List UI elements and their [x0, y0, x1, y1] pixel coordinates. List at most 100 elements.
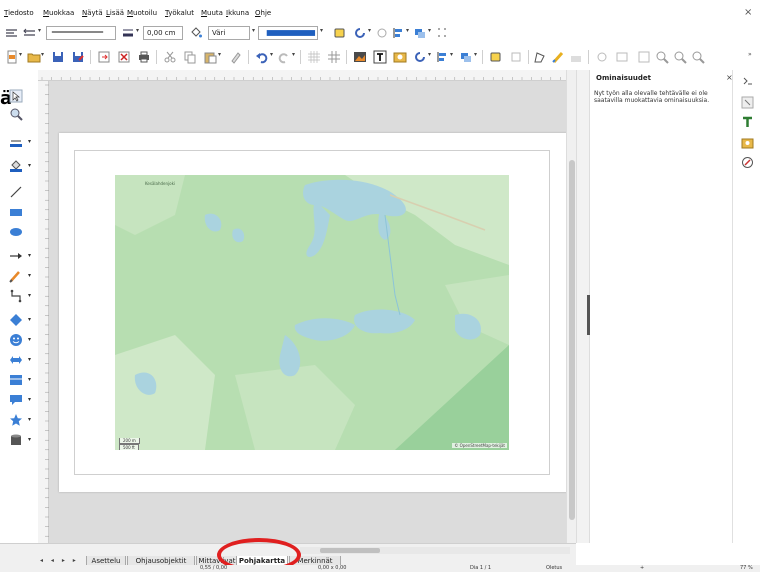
grid-icon[interactable]	[306, 49, 322, 65]
line-width-field[interactable]: 0,00 cm	[143, 26, 183, 40]
slide-workspace[interactable]: Kesälahdenjoki 200 m 500 ft © OpenStreet…	[49, 81, 566, 543]
chevron-down-icon[interactable]: ▾	[320, 27, 323, 34]
menu-file[interactable]: Tiedosto	[4, 9, 34, 17]
chevron-down-icon[interactable]: ▾	[28, 138, 31, 145]
lines-arrows-icon[interactable]	[8, 248, 24, 264]
drawing-page[interactable]: Kesälahdenjoki 200 m 500 ft © OpenStreet…	[59, 133, 566, 492]
distribute-icon[interactable]	[434, 25, 450, 41]
arrange-icon[interactable]	[412, 25, 428, 41]
chevron-down-icon[interactable]: ▾	[428, 51, 431, 58]
3d-objects-icon[interactable]	[8, 432, 24, 448]
chevron-down-icon[interactable]: ▾	[19, 51, 22, 58]
chevron-down-icon[interactable]: ▾	[368, 27, 371, 34]
stars-icon[interactable]	[8, 412, 24, 428]
rotate-icon[interactable]	[412, 49, 428, 65]
arrow-style-icon[interactable]	[22, 25, 38, 41]
chevron-down-icon[interactable]: ▾	[450, 51, 453, 58]
shadow-icon[interactable]	[332, 25, 348, 41]
base-map-image[interactable]: Kesälahdenjoki 200 m 500 ft © OpenStreet…	[115, 175, 509, 450]
sidebar-navigator-icon[interactable]	[739, 154, 755, 170]
save-as-icon[interactable]	[70, 49, 86, 65]
export-pdf-icon[interactable]	[116, 49, 132, 65]
chevron-down-icon[interactable]: ▾	[270, 51, 273, 58]
menu-edit[interactable]: Muokkaa	[43, 9, 74, 17]
menu-modify[interactable]: Muuta	[201, 9, 223, 17]
symbol-shapes-icon[interactable]	[8, 332, 24, 348]
chevron-down-icon[interactable]: ▾	[28, 436, 31, 443]
area-style-select[interactable]: Väri	[208, 26, 250, 40]
chevron-down-icon[interactable]: ▾	[41, 51, 44, 58]
scrollbar-thumb[interactable]	[320, 548, 380, 553]
paste-icon[interactable]	[202, 49, 218, 65]
curves-icon[interactable]	[8, 268, 24, 284]
zoom-out-icon[interactable]	[672, 49, 688, 65]
sidebar-settings-icon[interactable]	[739, 72, 755, 88]
chevron-down-icon[interactable]: ▾	[218, 51, 221, 58]
arrange-icon[interactable]	[458, 49, 474, 65]
vertical-ruler[interactable]	[38, 81, 49, 543]
print-icon[interactable]	[136, 49, 152, 65]
close-document-icon[interactable]: ×	[744, 7, 752, 18]
crop-icon[interactable]	[508, 49, 524, 65]
ellipse-icon[interactable]	[8, 224, 24, 240]
callouts-icon[interactable]	[8, 392, 24, 408]
menu-insert[interactable]: Lisää	[106, 9, 124, 17]
helplines-icon[interactable]	[326, 49, 342, 65]
chevron-down-icon[interactable]: ▾	[28, 316, 31, 323]
zoom-in-icon[interactable]	[654, 49, 670, 65]
zoom-icon[interactable]	[8, 106, 24, 122]
special-char-icon[interactable]	[392, 49, 408, 65]
horizontal-scrollbar[interactable]	[300, 547, 570, 554]
new-document-icon[interactable]	[4, 49, 20, 65]
basic-shapes-icon[interactable]	[8, 312, 24, 328]
line-style-select[interactable]	[46, 26, 116, 40]
line-color-icon[interactable]	[8, 134, 24, 150]
zoom-level[interactable]: 77 %	[740, 565, 753, 572]
cut-icon[interactable]	[162, 49, 178, 65]
chevron-down-icon[interactable]: ▾	[428, 27, 431, 34]
fill-color-select[interactable]	[258, 26, 318, 40]
chevron-down-icon[interactable]: ▾	[28, 272, 31, 279]
copy-icon[interactable]	[182, 49, 198, 65]
vertical-scrollbar[interactable]	[566, 70, 576, 543]
chevron-down-icon[interactable]: ▾	[474, 51, 477, 58]
menu-window[interactable]: Ikkuna	[226, 9, 249, 17]
open-folder-icon[interactable]	[26, 49, 42, 65]
line-icon[interactable]	[4, 25, 20, 41]
more-toolbar-icon[interactable]: »	[748, 51, 752, 58]
chevron-down-icon[interactable]: ▾	[28, 396, 31, 403]
export-icon[interactable]	[96, 49, 112, 65]
chevron-down-icon[interactable]: ▾	[136, 27, 139, 34]
show-draw-functions-icon[interactable]	[594, 49, 610, 65]
chevron-down-icon[interactable]: ▾	[292, 51, 295, 58]
chevron-down-icon[interactable]: ▾	[406, 27, 409, 34]
menu-tools[interactable]: Työkalut	[165, 9, 194, 17]
zoom-in-button[interactable]: +	[640, 565, 644, 572]
rotate-icon[interactable]	[352, 25, 368, 41]
toggle-extrusion-icon[interactable]	[568, 49, 584, 65]
chevron-down-icon[interactable]: ▾	[28, 356, 31, 363]
menu-help[interactable]: Ohje	[255, 9, 271, 17]
select-arrow-icon[interactable]	[8, 88, 24, 104]
sidebar-properties-icon[interactable]	[739, 94, 755, 110]
chevron-down-icon[interactable]: ▾	[38, 27, 41, 34]
menu-format[interactable]: Muotoilu	[127, 9, 157, 17]
points-edit-icon[interactable]	[532, 49, 548, 65]
glue-points-icon[interactable]	[550, 49, 566, 65]
chevron-down-icon[interactable]: ▾	[28, 252, 31, 259]
image-icon[interactable]	[352, 49, 368, 65]
save-icon[interactable]	[50, 49, 66, 65]
points-icon[interactable]	[374, 25, 390, 41]
fill-color-icon[interactable]	[8, 158, 24, 174]
tab-navigation-arrows[interactable]: ◂ ◂ ▸ ▸	[40, 557, 79, 564]
clone-format-icon[interactable]	[228, 49, 244, 65]
sidebar-splitter[interactable]	[576, 70, 590, 543]
zoom-pan-icon[interactable]	[636, 49, 652, 65]
chevron-down-icon[interactable]: ▾	[28, 292, 31, 299]
redo-icon[interactable]	[276, 49, 292, 65]
undo-icon[interactable]	[254, 49, 270, 65]
sidebar-gallery-icon[interactable]	[739, 134, 755, 150]
fill-bucket-icon[interactable]	[188, 25, 204, 41]
chevron-down-icon[interactable]: ▾	[28, 376, 31, 383]
text-box-icon[interactable]	[372, 49, 388, 65]
